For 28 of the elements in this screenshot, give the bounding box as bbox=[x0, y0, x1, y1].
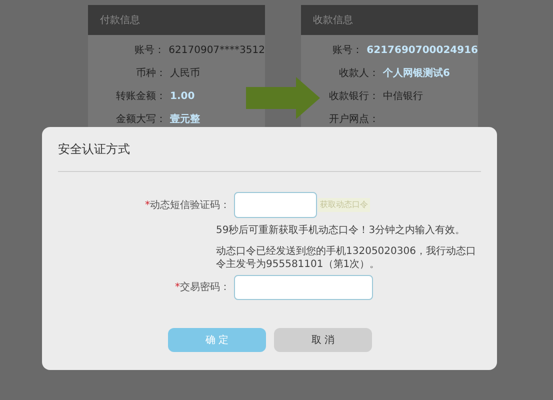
panel-title: 付款信息 bbox=[100, 14, 140, 28]
field-label: 币种： bbox=[135, 66, 166, 80]
field-label: 开户网点： bbox=[328, 112, 379, 126]
field-label: 金额大写： bbox=[115, 112, 166, 126]
field-label: *交易密码： bbox=[174, 280, 230, 295]
password-field[interactable] bbox=[234, 275, 373, 300]
field-label: 转账金额： bbox=[115, 90, 166, 104]
confirm-button[interactable]: 确 定 bbox=[168, 328, 266, 352]
sms-code-field[interactable] bbox=[234, 192, 317, 218]
cancel-button[interactable]: 取 消 bbox=[274, 328, 372, 352]
field-value: 1.00 bbox=[170, 90, 195, 104]
field-value: 6217690700024916 bbox=[366, 44, 478, 58]
field-label: 账号： bbox=[134, 44, 165, 58]
get-code-button[interactable]: 获取动态口令 bbox=[318, 198, 370, 212]
arrow-icon bbox=[246, 77, 320, 119]
dialog-title: 安全认证方式 bbox=[58, 141, 130, 158]
field-value: 62170907****3512 bbox=[168, 44, 265, 58]
field-value: 个人网银测试6 bbox=[383, 66, 450, 80]
panel-title: 收款信息 bbox=[313, 14, 353, 28]
hint-text: 59秒后可重新获取手机动态口令！3分钟之内输入有效。 bbox=[216, 224, 466, 237]
field-value: 人民币 bbox=[170, 66, 200, 80]
hint-text: 动态口令已经发送到您的手机13205020306，我行动态口令主发号为955581101（第1次）。 bbox=[216, 245, 477, 271]
field-label: *动态短信验证码： bbox=[144, 198, 230, 212]
field-label: 账号： bbox=[332, 44, 363, 58]
field-label: 收款银行： bbox=[328, 90, 379, 104]
field-label: 收款人： bbox=[338, 66, 379, 80]
field-value: 壹元整 bbox=[170, 112, 200, 126]
field-value: 中信银行 bbox=[383, 90, 423, 104]
